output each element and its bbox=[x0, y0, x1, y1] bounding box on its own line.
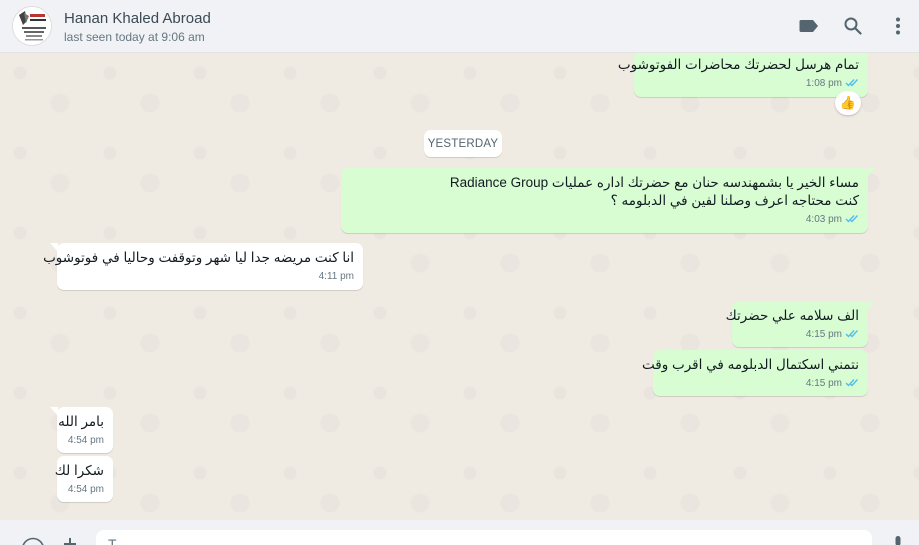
message-incoming[interactable]: بامر الله 4:54 pm bbox=[50, 407, 113, 453]
message-time: 4:15 pm bbox=[805, 329, 842, 340]
read-ticks-icon bbox=[845, 78, 859, 90]
message-incoming[interactable]: شكرا لك 4:54 pm bbox=[54, 456, 113, 502]
contact-avatar[interactable] bbox=[12, 6, 52, 46]
read-ticks-icon bbox=[845, 329, 859, 341]
message-meta: 4:54 pm bbox=[66, 483, 104, 496]
message-time: 4:54 pm bbox=[67, 435, 104, 446]
message-meta: 4:54 pm bbox=[66, 434, 104, 447]
bubble-tail bbox=[50, 407, 58, 416]
date-separator: YESTERDAY bbox=[424, 130, 502, 157]
message-incoming[interactable]: انا كنت مريضه جدا ليا شهر وتوقفت وحاليا … bbox=[43, 243, 363, 290]
message-time: 4:15 pm bbox=[805, 378, 842, 389]
message-meta: 4:15 pm bbox=[662, 377, 859, 390]
message-text-line-2: كنت محتاجه اعرف وصلنا لفين في الدبلومه ؟ bbox=[610, 193, 859, 208]
message-text: شكرا لك bbox=[54, 463, 104, 478]
reaction-badge[interactable]: 👍 bbox=[835, 91, 861, 115]
message-text: الف سلامه علي حضرتك bbox=[725, 308, 859, 323]
message-outgoing[interactable]: الف سلامه علي حضرتك 4:15 pm bbox=[725, 301, 875, 347]
message-meta: 4:03 pm bbox=[350, 213, 859, 226]
message-text: تمام هرسل لحضرتك محاضرات الفوتوشوب bbox=[617, 57, 859, 72]
message-text: بامر الله bbox=[58, 414, 104, 429]
chat-header: Hanan Khaled Abroad last seen today at 9… bbox=[0, 0, 919, 53]
message-meta: 4:15 pm bbox=[741, 328, 859, 341]
bubble-tail bbox=[867, 301, 875, 310]
chat-messages-pane[interactable]: تمام هرسل لحضرتك محاضرات الفوتوشوب 1:08 … bbox=[0, 53, 919, 520]
message-time: 4:03 pm bbox=[805, 214, 842, 225]
message-outgoing[interactable]: مساء الخير يا بشمهندسه حنان مع حضرتك ادا… bbox=[341, 168, 875, 233]
read-ticks-icon bbox=[845, 378, 859, 390]
emoji-icon[interactable] bbox=[21, 537, 45, 545]
message-text: نتمني اسكتمال الدبلومه في اقرب وقت bbox=[642, 357, 859, 372]
message-time: 1:08 pm bbox=[805, 78, 842, 89]
last-seen-status: last seen today at 9:06 am bbox=[64, 30, 205, 44]
contact-name[interactable]: Hanan Khaled Abroad bbox=[64, 10, 211, 27]
message-meta: 4:11 pm bbox=[66, 270, 354, 283]
message-time: 4:54 pm bbox=[67, 484, 104, 495]
message-composer: T bbox=[0, 520, 919, 545]
menu-icon[interactable] bbox=[886, 14, 910, 38]
mic-icon[interactable] bbox=[893, 536, 903, 545]
bubble-tail bbox=[50, 243, 58, 252]
attach-icon[interactable] bbox=[63, 537, 77, 545]
message-outgoing[interactable]: نتمني اسكتمال الدبلومه في اقرب وقت 4:15 … bbox=[642, 350, 868, 396]
label-icon[interactable] bbox=[797, 14, 821, 38]
message-text-line-1: مساء الخير يا بشمهندسه حنان مع حضرتك ادا… bbox=[449, 175, 859, 190]
message-text: انا كنت مريضه جدا ليا شهر وتوقفت وحاليا … bbox=[43, 250, 354, 265]
message-outgoing[interactable]: تمام هرسل لحضرتك محاضرات الفوتوشوب 1:08 … bbox=[617, 53, 868, 97]
read-ticks-icon bbox=[845, 214, 859, 226]
message-input[interactable]: T bbox=[96, 530, 872, 545]
message-time: 4:11 pm bbox=[318, 271, 354, 282]
search-icon[interactable] bbox=[841, 14, 865, 38]
message-meta: 1:08 pm bbox=[643, 77, 859, 90]
bubble-tail bbox=[867, 168, 875, 177]
